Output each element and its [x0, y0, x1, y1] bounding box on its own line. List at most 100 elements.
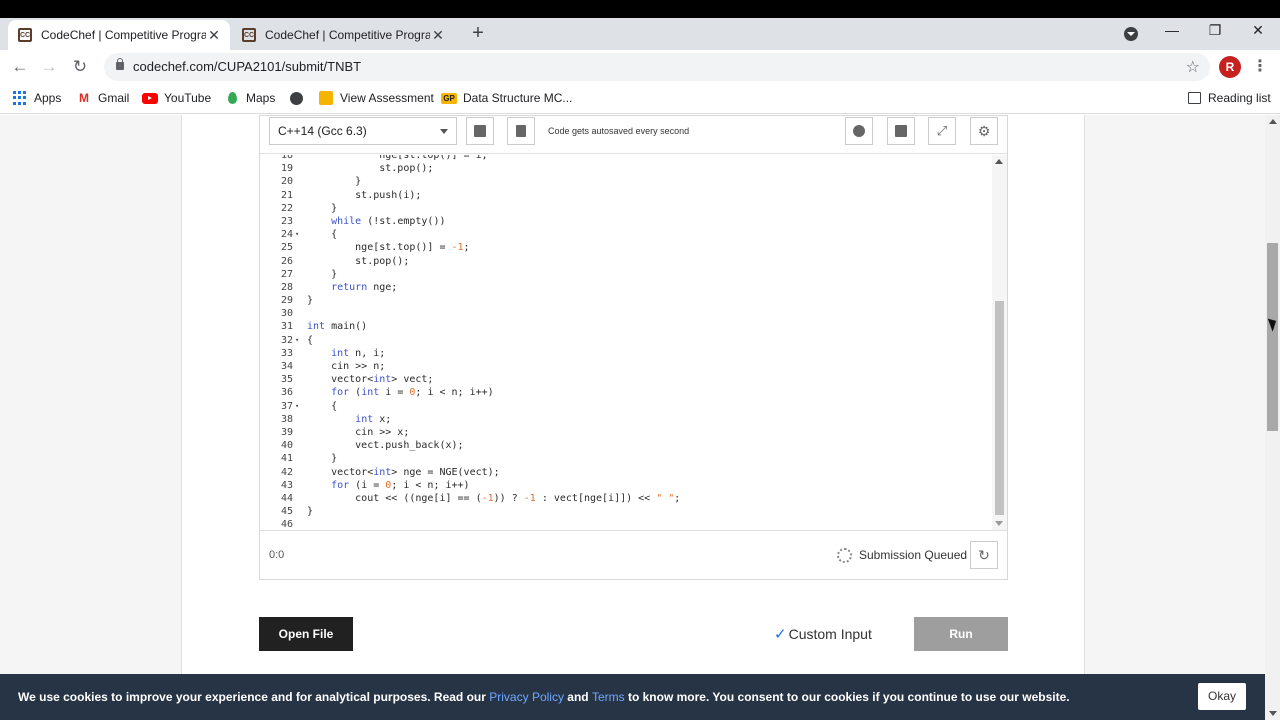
code-line[interactable]: 30	[260, 307, 1000, 320]
url-text[interactable]: codechef.com/CUPA2101/submit/TNBT	[133, 59, 361, 74]
code-line[interactable]: 35 vector<int> vect;	[260, 373, 1000, 386]
info-button[interactable]	[845, 117, 873, 145]
run-button[interactable]: Run	[914, 617, 1008, 651]
close-tab-icon[interactable]: ✕	[430, 27, 446, 44]
okay-button[interactable]: Okay	[1198, 683, 1246, 710]
code-line[interactable]: 37 ▾ {	[260, 400, 1000, 413]
code-text[interactable]: int x;	[307, 413, 391, 426]
code-text[interactable]: int main()	[307, 320, 367, 333]
code-text[interactable]: {	[307, 400, 337, 413]
code-line[interactable]: 43 for (i = 0; i < n; i++)	[260, 479, 1000, 492]
code-text[interactable]: {	[307, 228, 337, 241]
code-line[interactable]: 41 }	[260, 452, 1000, 465]
code-text[interactable]: }	[307, 505, 313, 518]
scroll-up-icon[interactable]	[995, 159, 1003, 164]
bookmark-view-assessment[interactable]: View Assessment	[318, 91, 434, 105]
code-line[interactable]: 29}	[260, 294, 1000, 307]
bookmark-youtube[interactable]: YouTube	[142, 91, 211, 105]
checkmark-icon[interactable]: ✓	[774, 626, 787, 643]
code-text[interactable]: }	[307, 202, 337, 215]
minimize-button[interactable]: —	[1157, 22, 1187, 38]
bookmark-data-structure[interactable]: GP Data Structure MC...	[441, 91, 572, 105]
custom-input-checkbox[interactable]: ✓ Custom Input	[774, 625, 872, 643]
code-text[interactable]: {	[307, 334, 313, 347]
language-select[interactable]: C++14 (Gcc 6.3)	[269, 117, 457, 145]
code-text[interactable]: }	[307, 175, 361, 188]
code-line[interactable]: 46	[260, 518, 1000, 530]
reading-list[interactable]: Reading list	[1186, 91, 1271, 105]
fold-toggle-icon[interactable]: ▾	[295, 334, 299, 347]
tab-search-icon[interactable]	[1124, 27, 1138, 41]
delete-button[interactable]	[507, 117, 535, 145]
bookmark-gmail[interactable]: M Gmail	[76, 91, 129, 105]
menu-kebab-icon[interactable]: ⋮	[1252, 56, 1268, 76]
code-text[interactable]: while (!st.empty())	[307, 215, 445, 228]
code-text[interactable]: vect.push_back(x);	[307, 439, 463, 452]
new-tab-button[interactable]: +	[466, 22, 490, 46]
address-bar[interactable]: codechef.com/CUPA2101/submit/TNBT ☆	[104, 53, 1210, 81]
code-line[interactable]: 23 while (!st.empty())	[260, 215, 1000, 228]
code-lines[interactable]: 18 nge[st.top()] = i; 19 st.pop(); 20 } 21 …	[260, 155, 1000, 530]
scroll-thumb[interactable]	[995, 301, 1004, 515]
browser-tab[interactable]: CC CodeChef | Competitive Programm ✕	[232, 20, 454, 50]
code-line[interactable]: 31 int main()	[260, 320, 1000, 333]
code-text[interactable]: int n, i;	[307, 347, 385, 360]
back-icon[interactable]: ←	[9, 56, 31, 78]
lock-icon[interactable]	[116, 58, 124, 70]
code-line[interactable]: 44 cout << ((nge[i] == (-1)) ? -1 : vect…	[260, 492, 1000, 505]
page-scrollbar[interactable]	[1265, 115, 1280, 720]
scroll-thumb[interactable]	[1267, 243, 1278, 431]
code-line[interactable]: 33 int n, i;	[260, 347, 1000, 360]
code-line[interactable]: 18 nge[st.top()] = i;	[260, 155, 1000, 162]
code-text[interactable]: cin >> x;	[307, 426, 409, 439]
code-text[interactable]: st.pop();	[307, 255, 409, 268]
scroll-down-icon[interactable]	[995, 521, 1003, 526]
code-line[interactable]: 40 vect.push_back(x);	[260, 439, 1000, 452]
code-line[interactable]: 42 vector<int> nge = NGE(vect);	[260, 466, 1000, 479]
fullscreen-button[interactable]: ⤢	[928, 117, 956, 145]
bookmark-maps[interactable]: Maps	[224, 91, 275, 105]
code-line[interactable]: 36 for (int i = 0; i < n; i++)	[260, 386, 1000, 399]
open-file-button[interactable]: Open File	[259, 617, 353, 651]
code-text[interactable]: nge[st.top()] = -1;	[307, 241, 469, 254]
code-text[interactable]: return nge;	[307, 281, 397, 294]
browser-tab-active[interactable]: CC CodeChef | Competitive Programm ✕	[8, 20, 230, 50]
code-line[interactable]: 22 }	[260, 202, 1000, 215]
profile-avatar[interactable]: R	[1219, 56, 1241, 78]
code-line[interactable]: 25 nge[st.top()] = -1;	[260, 241, 1000, 254]
code-text[interactable]: for (i = 0; i < n; i++)	[307, 479, 470, 492]
forward-icon[interactable]: →	[38, 56, 60, 78]
code-area[interactable]: 18 nge[st.top()] = i; 19 st.pop(); 20 } 21 …	[260, 155, 1007, 530]
settings-button[interactable]: ⚙	[970, 117, 998, 145]
code-text[interactable]: }	[307, 268, 337, 281]
close-tab-icon[interactable]: ✕	[206, 27, 222, 44]
scroll-down-icon[interactable]	[1269, 711, 1277, 716]
scroll-up-icon[interactable]	[1269, 119, 1277, 124]
restore-button[interactable]: ❐	[1200, 22, 1230, 39]
terms-link[interactable]: Terms	[592, 690, 625, 704]
bookmark-star-icon[interactable]: ☆	[1186, 57, 1200, 77]
code-line[interactable]: 27 }	[260, 268, 1000, 281]
fold-toggle-icon[interactable]: ▾	[295, 228, 299, 241]
code-text[interactable]: st.pop();	[307, 162, 433, 175]
code-line[interactable]: 19 st.pop();	[260, 162, 1000, 175]
close-window-button[interactable]: ✕	[1243, 22, 1273, 39]
code-line[interactable]: 24 ▾ {	[260, 228, 1000, 241]
code-line[interactable]: 38 int x;	[260, 413, 1000, 426]
code-text[interactable]: nge[st.top()] = i;	[307, 155, 487, 162]
code-line[interactable]: 28 return nge;	[260, 281, 1000, 294]
refresh-button[interactable]: ↻	[970, 541, 998, 569]
code-text[interactable]: vector<int> vect;	[307, 373, 433, 386]
code-line[interactable]: 34 cin >> n;	[260, 360, 1000, 373]
code-text[interactable]: for (int i = 0; i < n; i++)	[307, 386, 494, 399]
code-line[interactable]: 45}	[260, 505, 1000, 518]
code-line[interactable]: 32 ▾ {	[260, 334, 1000, 347]
reload-icon[interactable]: ↻	[69, 56, 91, 78]
code-text[interactable]: }	[307, 452, 337, 465]
bookmark-apps[interactable]: Apps	[12, 91, 61, 105]
code-line[interactable]: 21 st.push(i);	[260, 189, 1000, 202]
code-line[interactable]: 20 }	[260, 175, 1000, 188]
download-button[interactable]	[887, 117, 915, 145]
code-text[interactable]: cout << ((nge[i] == (-1)) ? -1 : vect[ng…	[307, 492, 680, 505]
fold-toggle-icon[interactable]: ▾	[295, 400, 299, 413]
